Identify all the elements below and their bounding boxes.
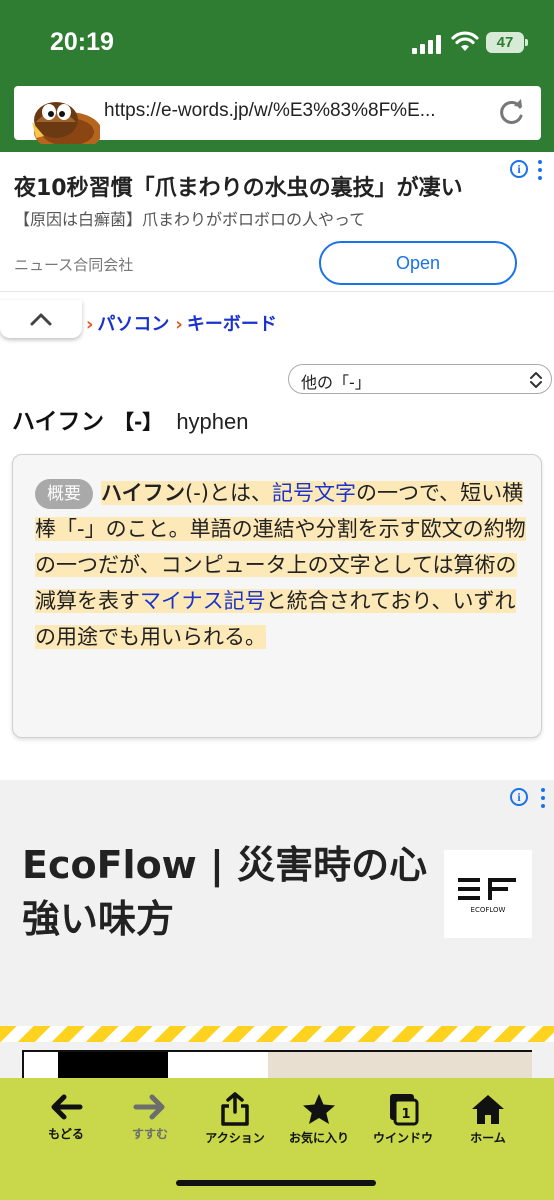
- ad-info-icon[interactable]: i: [510, 160, 528, 178]
- breadcrumb-separator: ›: [86, 314, 94, 335]
- ad-headline[interactable]: 夜10秒習慣「爪まわりの水虫の裏技」が凄い: [14, 170, 463, 202]
- ecoflow-logo-text: ECOFLOW: [471, 906, 506, 914]
- ad-open-button[interactable]: Open: [319, 241, 517, 285]
- ad-advertiser: ニュース合同会社: [14, 256, 134, 274]
- ad-subtext: 【原因は白癬菌】爪まわりがボロボロの人やって: [14, 210, 366, 229]
- home-button[interactable]: ホーム: [446, 1092, 530, 1152]
- site-mascot-icon: [32, 102, 100, 144]
- link-symbol-character[interactable]: 記号文字: [272, 481, 356, 505]
- term-heading: ハイフン 【-】 hyphen: [12, 402, 249, 436]
- ad-info-icon[interactable]: i: [510, 788, 528, 806]
- home-icon: [472, 1095, 504, 1124]
- ad-banner-ecoflow[interactable]: i EcoFlow | 災害時の心強い味方 ECOFLOW: [0, 780, 554, 1080]
- arrow-left-icon: [51, 1094, 83, 1120]
- home-indicator: [176, 1180, 376, 1186]
- chevron-up-icon: [30, 313, 52, 326]
- url-text: https://e-words.jp/w/%E3%83%8F%E...: [104, 100, 436, 121]
- other-meanings-select[interactable]: 他の「-」: [288, 364, 552, 394]
- ad-menu-icon[interactable]: [537, 160, 543, 182]
- select-chevron-icon: [530, 372, 542, 388]
- forward-button[interactable]: すすむ: [108, 1092, 192, 1152]
- breadcrumb-item-keyboard[interactable]: キーボード: [187, 314, 277, 335]
- window-count: 1: [401, 1107, 410, 1122]
- term-english: hyphen: [176, 409, 249, 434]
- window-icon: 1: [390, 1094, 419, 1126]
- summary-text-part: (-)とは、: [185, 481, 272, 505]
- term-name: ハイフン: [12, 409, 104, 435]
- home-label: ホーム: [470, 1131, 506, 1145]
- address-bar[interactable]: https://e-words.jp/w/%E3%83%8F%E...: [14, 86, 541, 144]
- back-button[interactable]: もどる: [24, 1092, 108, 1152]
- ad-title[interactable]: EcoFlow | 災害時の心強い味方: [22, 838, 432, 946]
- breadcrumb: › パソコン › キーボード: [86, 310, 283, 336]
- hazard-stripe: [0, 1026, 554, 1042]
- breadcrumb-separator: ›: [175, 314, 183, 335]
- wifi-icon: [451, 31, 479, 51]
- favorites-label: お気に入り: [288, 1131, 349, 1145]
- summary-term: ハイフン: [101, 481, 185, 505]
- summary-badge: 概要: [35, 479, 93, 509]
- summary-card: 概要 ハイフン(-)とは、記号文字の一つで、短い横棒「-」のこと。単語の連結や分割…: [12, 454, 542, 738]
- window-button[interactable]: 1 ウインドウ: [361, 1092, 445, 1152]
- browser-toolbar: https://e-words.jp/w/%E3%83%8F%E...: [0, 82, 554, 152]
- favorites-button[interactable]: お気に入り: [277, 1092, 361, 1152]
- battery-icon: 47: [486, 32, 528, 53]
- status-bar: 20:19 47: [0, 0, 554, 82]
- ecoflow-logo[interactable]: ECOFLOW: [444, 850, 532, 938]
- ecoflow-logo-icon: ECOFLOW: [458, 878, 516, 914]
- ad-image-photo: [268, 1052, 532, 1080]
- clock: 20:19: [50, 28, 114, 56]
- ad-image[interactable]: [22, 1050, 532, 1080]
- term-symbol: 【-】: [114, 410, 163, 434]
- cellular-signal-icon: [412, 34, 444, 54]
- arrow-right-icon: [133, 1094, 165, 1120]
- action-button[interactable]: アクション: [193, 1092, 277, 1152]
- ad-image-black-block: [58, 1052, 168, 1080]
- summary-text: 概要 ハイフン(-)とは、記号文字の一つで、短い横棒「-」のこと。単語の連結や分割…: [35, 475, 527, 655]
- collapse-ad-button[interactable]: [0, 300, 82, 338]
- window-label: ウインドウ: [372, 1131, 433, 1145]
- ad-banner-top[interactable]: 夜10秒習慣「爪まわりの水虫の裏技」が凄い 【原因は白癬菌】爪まわりがボロボロの…: [0, 152, 554, 292]
- star-icon: [303, 1094, 335, 1124]
- select-value: 他の「-」: [301, 373, 371, 392]
- breadcrumb-item-pc[interactable]: パソコン: [97, 314, 169, 335]
- ad-menu-icon[interactable]: [540, 788, 546, 810]
- reload-icon[interactable]: [498, 98, 526, 126]
- action-label: アクション: [205, 1131, 265, 1145]
- link-minus-sign[interactable]: マイナス記号: [140, 589, 266, 613]
- forward-label: すすむ: [131, 1127, 168, 1141]
- share-icon: [221, 1092, 249, 1126]
- back-label: もどる: [48, 1127, 84, 1141]
